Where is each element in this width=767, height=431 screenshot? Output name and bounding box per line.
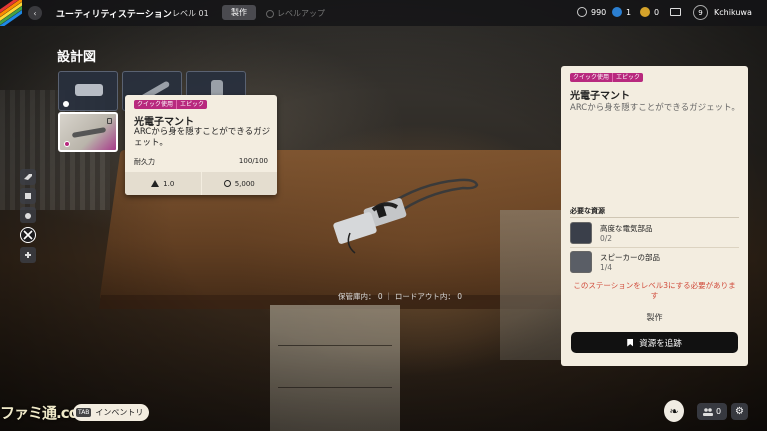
item-tooltip: クイック使用 エピック 光電子マント ARCから身を隠すことができるガジェット。… (125, 95, 277, 195)
tab-levelup-label: レベルアップ (277, 9, 325, 18)
level-requirement-warning: このステーションをレベル3にする必要がありま す (573, 281, 736, 300)
tooltip-stats: 1.0 5,000 (125, 172, 277, 195)
gold-icon (640, 7, 650, 17)
resource-text: スピーカーの部品 1/4 (600, 253, 660, 272)
tag-epic: エピック (612, 73, 644, 82)
tag-quick-use: クイック使用 (134, 100, 177, 109)
mod-icon (25, 193, 31, 199)
weight-stat: 1.0 (125, 172, 201, 195)
resource-quantity: 0/2 (600, 233, 613, 243)
tooltip-description: ARCから身を隠すことができるガジェット。 (134, 127, 271, 148)
tab-levelup[interactable]: レベルアップ (266, 8, 325, 19)
gadget-3d-model (333, 178, 479, 254)
track-resources-button[interactable]: 資源を追跡 (571, 332, 738, 353)
people-icon (702, 407, 713, 416)
currency-tokens: 1 (612, 7, 631, 17)
blueprints-title: 設計図 (57, 50, 97, 65)
quick-use-icon (63, 101, 69, 107)
price-stat: 5,000 (200, 172, 277, 195)
weight-value: 1.0 (163, 179, 175, 188)
top-bar: ‹ ユーティリティステーション レベル 01 製作 レベルアップ 990 1 0… (0, 0, 767, 26)
panel-description: ARCから身を隠すことができるガジェット。 (570, 103, 740, 113)
token-icon (612, 7, 622, 17)
track-resources-label: 資源を追跡 (639, 338, 682, 349)
panel-tags: クイック使用 エピック (570, 73, 644, 82)
mail-icon[interactable] (670, 8, 681, 16)
requirements-title: 必要な資源 (570, 207, 605, 215)
resource-name: スピーカーの部品 (600, 252, 660, 262)
durability-row: 耐久力 100/100 (134, 157, 268, 167)
item-detail-panel: クイック使用 エピック 光電子マント ARCから身を隠すことができるガジェット。… (561, 66, 748, 366)
game-emblem-icon: ❧ (664, 400, 684, 422)
back-button[interactable]: ‹ (28, 6, 42, 20)
craft-button[interactable]: 製作 (561, 312, 748, 323)
inventory-button[interactable]: TAB インベントリ (73, 404, 150, 421)
currency-gold: 0 (640, 7, 659, 17)
coin-icon (223, 180, 231, 187)
station-level: レベル 01 (172, 9, 209, 18)
grenade-icon (25, 213, 31, 219)
durability-label: 耐久力 (134, 158, 155, 166)
category-utility-button[interactable] (20, 227, 36, 243)
resource-name: 高度な電気部品 (600, 223, 653, 233)
weight-icon (151, 180, 160, 187)
currency-gold-value: 0 (654, 7, 660, 17)
settings-button[interactable]: ⚙ (731, 403, 748, 420)
electrical-component-icon (570, 222, 592, 244)
blueprint-card[interactable] (58, 71, 118, 111)
blueprint-item-icon (71, 127, 107, 138)
player-level-badge[interactable]: 9 (693, 5, 708, 20)
resource-row[interactable]: 高度な電気部品 0/2 (570, 220, 739, 246)
player-name[interactable]: Kchikuwa (714, 8, 752, 17)
inventory-label: インベントリ (95, 408, 144, 417)
blueprint-card-selected[interactable] (58, 112, 118, 152)
party-button[interactable]: 0 (697, 403, 727, 420)
resource-text: 高度な電気部品 0/2 (600, 224, 653, 243)
coin-icon (577, 7, 587, 17)
category-mods-button[interactable] (20, 188, 36, 204)
currency-coins: 990 (577, 7, 606, 17)
tooltip-title: 光電子マント (134, 117, 194, 128)
speaker-part-icon (570, 251, 592, 273)
resource-quantity: 1/4 (600, 262, 613, 272)
category-medical-button[interactable] (20, 247, 36, 263)
divider (570, 247, 739, 248)
levelup-icon (266, 9, 274, 18)
epic-marker-icon (64, 141, 70, 147)
gear-icon: ⚙ (735, 406, 744, 417)
tooltip-tags: クイック使用 エピック (134, 100, 208, 109)
storage-count: 保管庫内： 0 ｜ ロードアウト内： 0 (338, 292, 463, 301)
station-title: ユーティリティステーション (56, 10, 172, 20)
medkit-icon (25, 252, 31, 258)
durability-value: 100/100 (238, 157, 268, 165)
tag-epic: エピック (176, 100, 208, 109)
price-value: 5,000 (234, 179, 255, 188)
panel-title: 光電子マント (570, 91, 630, 102)
tab-craft[interactable]: 製作 (222, 5, 256, 20)
inventory-key-hint: TAB (76, 408, 92, 417)
blueprint-item-icon (75, 84, 103, 96)
brand-stripe (0, 0, 22, 26)
lock-icon (107, 118, 112, 124)
gun-icon (24, 174, 32, 180)
currency-coins-value: 990 (591, 7, 607, 17)
tag-quick-use: クイック使用 (570, 73, 613, 82)
divider (570, 217, 739, 218)
category-explosives-button[interactable] (20, 207, 36, 223)
resource-row[interactable]: スピーカーの部品 1/4 (570, 249, 739, 275)
currency-tokens-value: 1 (626, 7, 632, 17)
flag-icon (627, 338, 634, 347)
category-weapons-button[interactable] (20, 169, 36, 185)
party-count: 0 (715, 407, 722, 416)
tools-icon (23, 230, 33, 240)
